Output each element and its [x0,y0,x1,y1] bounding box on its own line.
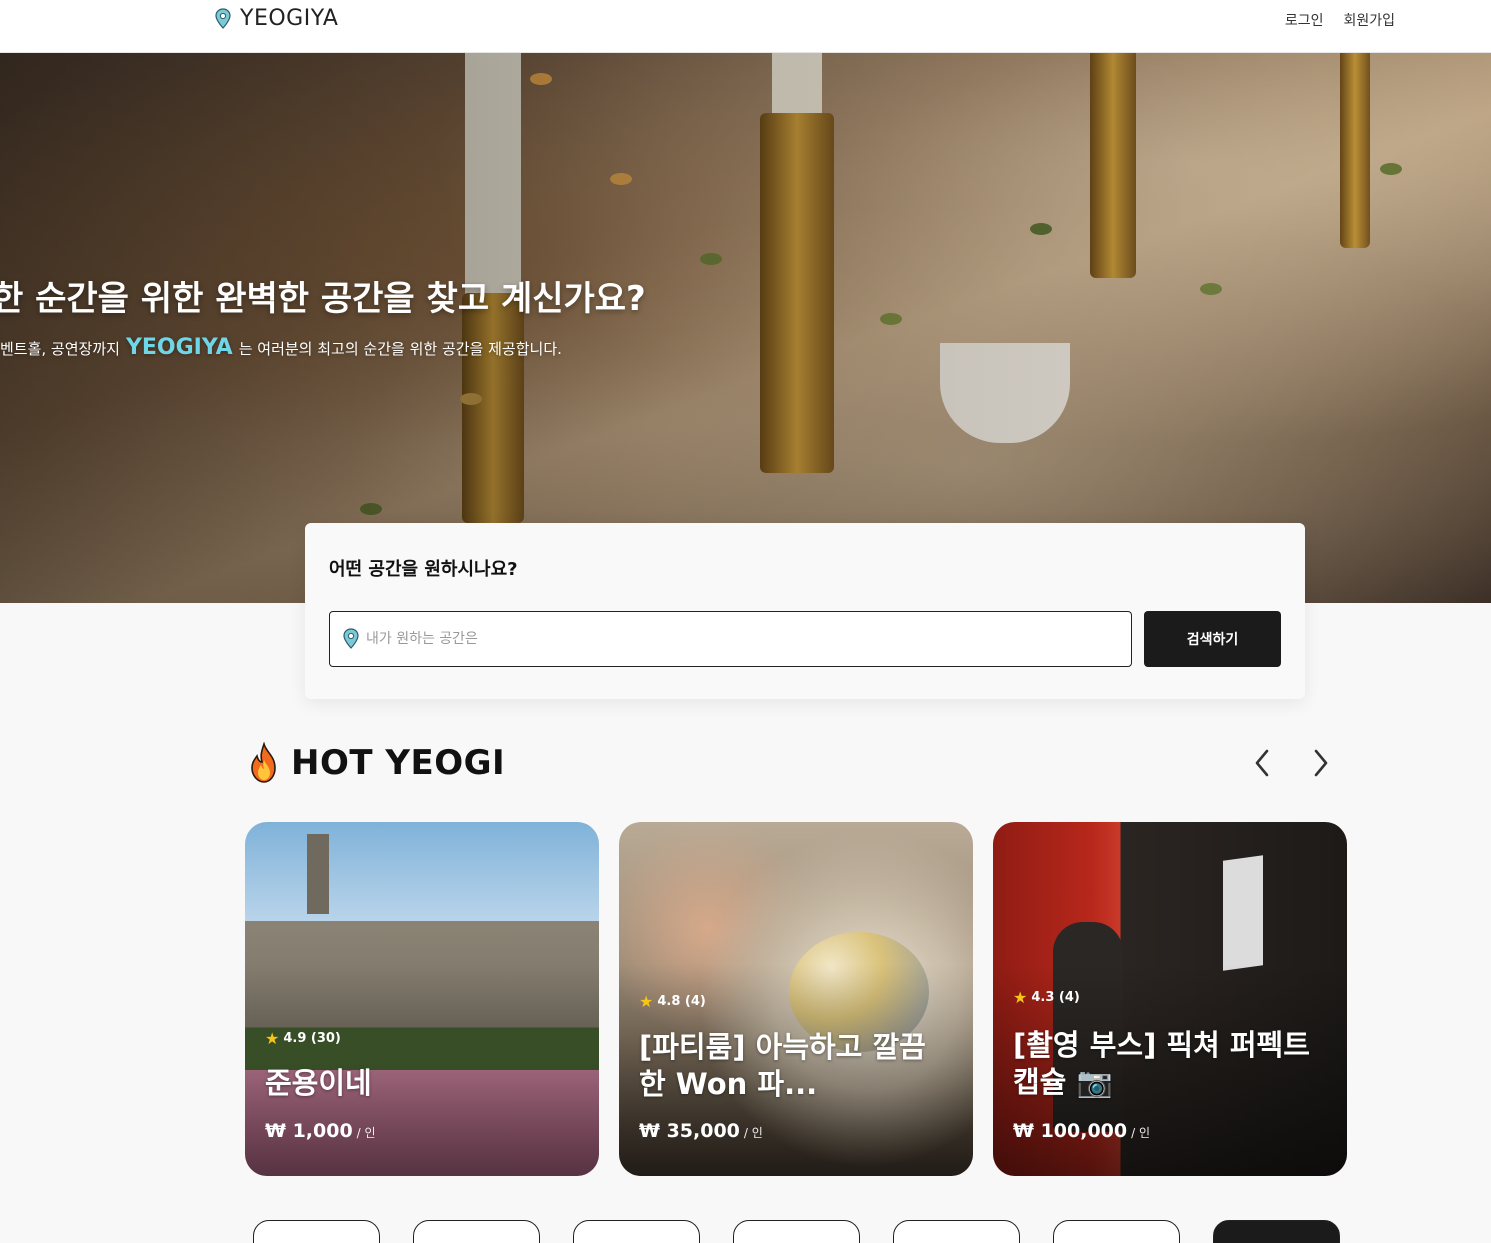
card-price: ₩ 100,000 / 인 [1013,1120,1150,1142]
site-logo[interactable]: YEOGIYA [214,6,338,31]
hero-title: 한 순간을 위한 완벽한 공간을 찾고 계신가요? [0,279,646,319]
search-question: 어떤 공간을 원하시나요? [329,559,518,580]
fire-icon [251,742,276,783]
signup-link[interactable]: 회원가입 [1343,10,1395,30]
card-rating: ★ 4.3 (4) [1013,988,1080,1007]
map-pin-icon [215,7,231,29]
rating-text: 4.3 (4) [1031,990,1080,1005]
card-title: [촬영 부스] 픽쳐 퍼펙트 캡슐 📷 [1013,1028,1310,1099]
category-pill[interactable] [893,1220,1020,1243]
category-pill[interactable] [413,1220,540,1243]
hero-subtitle-prefix: 벤트홀, 공연장까지 [0,340,120,358]
card-price: ₩ 1,000 / 인 [265,1120,376,1142]
carousel-prev-button[interactable] [1244,745,1280,781]
search-button[interactable]: 검색하기 [1144,611,1281,667]
carousel-next-button[interactable] [1303,745,1339,781]
card-price: ₩ 35,000 / 인 [639,1120,763,1142]
section-title-text: HOT YEOGI [291,743,506,783]
rating-text: 4.8 (4) [657,994,706,1009]
map-pin-icon [343,628,359,649]
top-nav: 로그인 회원가입 [1285,10,1395,30]
top-header: YEOGIYA 로그인 회원가입 [0,0,1491,53]
space-card[interactable]: ★ 4.3 (4) [촬영 부스] 픽쳐 퍼펙트 캡슐 📷 ₩ 100,000 … [993,822,1347,1176]
card-title: 준용이네 [265,1066,372,1100]
category-pill[interactable] [573,1220,700,1243]
space-card[interactable]: ★ 4.9 (30) 준용이네 ₩ 1,000 / 인 [245,822,599,1176]
star-icon: ★ [1013,988,1028,1007]
login-link[interactable]: 로그인 [1285,10,1324,30]
category-pill[interactable] [253,1220,380,1243]
star-icon: ★ [265,1029,280,1048]
price-amount: ₩ 1,000 [265,1120,353,1142]
space-card[interactable]: ★ 4.8 (4) [파티룸] 아늑하고 깔끔한 Won 파... ₩ 35,0… [619,822,973,1176]
star-icon: ★ [639,992,654,1011]
search-input[interactable] [366,631,1131,647]
price-unit: / 인 [356,1126,376,1140]
card-rating: ★ 4.8 (4) [639,992,706,1011]
price-amount: ₩ 35,000 [639,1120,740,1142]
category-pill[interactable] [733,1220,860,1243]
category-pill-active[interactable] [1213,1220,1340,1243]
price-amount: ₩ 100,000 [1013,1120,1128,1142]
chevron-left-icon [1255,749,1269,777]
hero-banner: 한 순간을 위한 완벽한 공간을 찾고 계신가요? 벤트홀, 공연장까지 YEO… [0,53,1491,603]
rating-text: 4.9 (30) [283,1031,341,1046]
price-unit: / 인 [1131,1126,1151,1140]
card-rating: ★ 4.9 (30) [265,1029,341,1048]
logo-text: YEOGIYA [240,6,339,31]
hero-subtitle: 벤트홀, 공연장까지 YEOGIYA 는 여러분의 최고의 순간을 위한 공간을… [0,335,562,360]
search-card: 어떤 공간을 원하시나요? 검색하기 [305,523,1305,699]
hero-overlay [0,53,1491,603]
chevron-right-icon [1314,749,1328,777]
hot-section-title: HOT YEOGI [247,742,505,784]
search-field[interactable] [329,611,1132,667]
card-title: [파티룸] 아늑하고 깔끔한 Won 파... [639,1030,926,1101]
category-pill[interactable] [1053,1220,1180,1243]
hero-brand: YEOGIYA [125,335,233,360]
hero-subtitle-suffix: 는 여러분의 최고의 순간을 위한 공간을 제공합니다. [238,340,562,358]
price-unit: / 인 [743,1126,763,1140]
